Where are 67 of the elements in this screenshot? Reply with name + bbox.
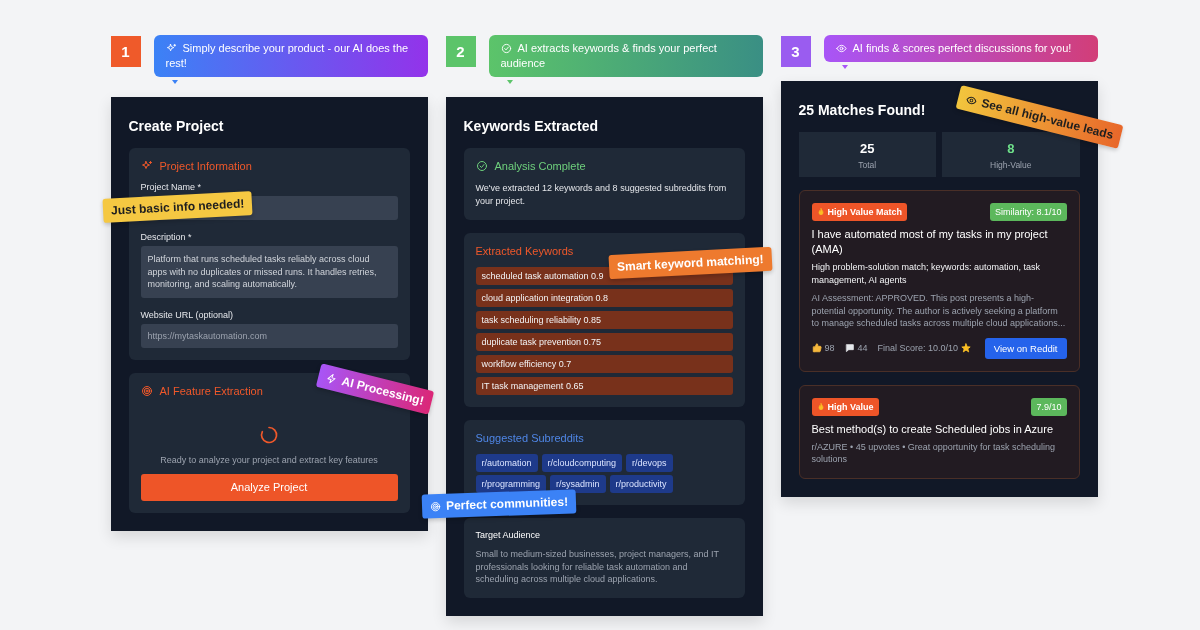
summary-text: We've extracted 12 keywords and 8 suggested subreddits from your project. — [475, 182, 728, 208]
description-field[interactable]: Platform that runs scheduled tasks reliably across cloud apps with no duplicates or missed runs. It handles retries, monitoring, and scaling automatically. — [140, 246, 398, 298]
target-icon — [429, 500, 441, 512]
section-heading: Analysis Complete — [494, 160, 586, 172]
thumbs-up-icon — [811, 343, 822, 353]
subreddit-tag: r/cloudcomputing — [541, 454, 623, 472]
badge: High Value — [811, 397, 879, 416]
flame-icon — [816, 401, 825, 412]
input-field[interactable]: https://mytaskautomation.com — [140, 323, 398, 348]
keyword-tag: task scheduling reliability 0.85 — [475, 311, 733, 329]
keyword-tag: duplicate task prevention 0.75 — [475, 333, 733, 351]
sparkle-icon — [165, 43, 177, 54]
lightning-icon — [324, 371, 338, 385]
post-title: I have automated most of my tasks in my project (AMA) — [811, 227, 1049, 257]
subreddit-tag: r/automation — [475, 454, 538, 472]
stat-label: High-Value — [989, 160, 1033, 170]
subreddit-tag: r/programming — [475, 475, 547, 493]
keyword-tag: IT task management 0.65 — [475, 377, 733, 395]
subreddit-tag: r/productivity — [609, 475, 673, 493]
sparkle-icon — [140, 160, 153, 172]
panel-title: Keywords Extracted — [463, 117, 599, 135]
stat-label: Total — [857, 160, 878, 170]
view-on-reddit-button[interactable]: View on Reddit — [984, 337, 1067, 359]
score-badge: Similarity: 8.1/10 — [989, 203, 1067, 221]
panel-title: 25 Matches Found! — [798, 101, 926, 119]
status-text: Ready to analyze your project and extract key features — [159, 454, 379, 465]
assessment-text: AI Assessment: APPROVED. This post presents a high-potential opportunity. The author is actively seeking a platform to manage scheduled tasks across multiple cloud applications... — [811, 292, 1067, 330]
stat-value: 25 — [859, 141, 876, 156]
badge: High Value Match — [811, 203, 907, 221]
callout-text: Just basic info needed! — [110, 196, 245, 218]
section-heading: Suggested Subreddits — [475, 432, 584, 444]
match-reason: High problem-solution match; keywords: automation, task management, AI agents — [811, 261, 1042, 286]
pointer-icon — [506, 80, 513, 84]
step-number: 3 — [780, 36, 811, 67]
final-score: Final Score: 10.0/10 — [877, 343, 959, 353]
section-heading: Project Information — [159, 160, 252, 172]
keyword-tag: workflow efficiency 0.7 — [475, 355, 733, 373]
spinner-icon — [259, 424, 279, 445]
field-label: Description * — [140, 232, 193, 242]
subreddit-tag: r/devops — [626, 454, 673, 472]
stat-value: 8 — [1006, 141, 1016, 156]
analyze-button[interactable]: Analyze Project — [140, 473, 398, 501]
flame-icon — [816, 207, 825, 217]
like-count: 98 — [824, 343, 835, 353]
keyword-tag: cloud application integration 0.8 — [475, 289, 733, 307]
post-meta: r/AZURE • 45 upvotes • Great opportunity for task scheduling solutions — [811, 440, 1056, 466]
post-title: Best method(s) to create Scheduled jobs in Azure — [811, 421, 1055, 437]
section-heading: Target Audience — [475, 530, 542, 540]
comment-count: 44 — [857, 343, 868, 353]
section-heading: Extracted Keywords — [475, 245, 574, 257]
pointer-icon — [171, 80, 178, 84]
eye-icon — [835, 43, 847, 54]
field-label: Project Name * — [140, 182, 203, 192]
check-circle-icon — [475, 160, 488, 172]
pointer-icon — [841, 65, 848, 69]
section-heading: AI Feature Extraction — [159, 384, 263, 397]
speech-bubble-icon — [844, 343, 855, 353]
field-label: Website URL (optional) — [140, 309, 235, 320]
panel-title: Create Project — [128, 117, 224, 135]
step-number: 2 — [445, 36, 476, 67]
callout-text: Perfect communities! — [445, 494, 568, 513]
step-number: 1 — [110, 36, 141, 67]
star-icon — [961, 343, 972, 353]
audience-text: Small to medium-sized businesses, project managers, and IT professionals looking for reliable task automation and scheduling across multiple cloud applications. — [475, 548, 720, 586]
target-icon — [140, 384, 153, 397]
score-badge: 7.9/10 — [1031, 397, 1067, 416]
check-circle-icon — [500, 43, 512, 54]
